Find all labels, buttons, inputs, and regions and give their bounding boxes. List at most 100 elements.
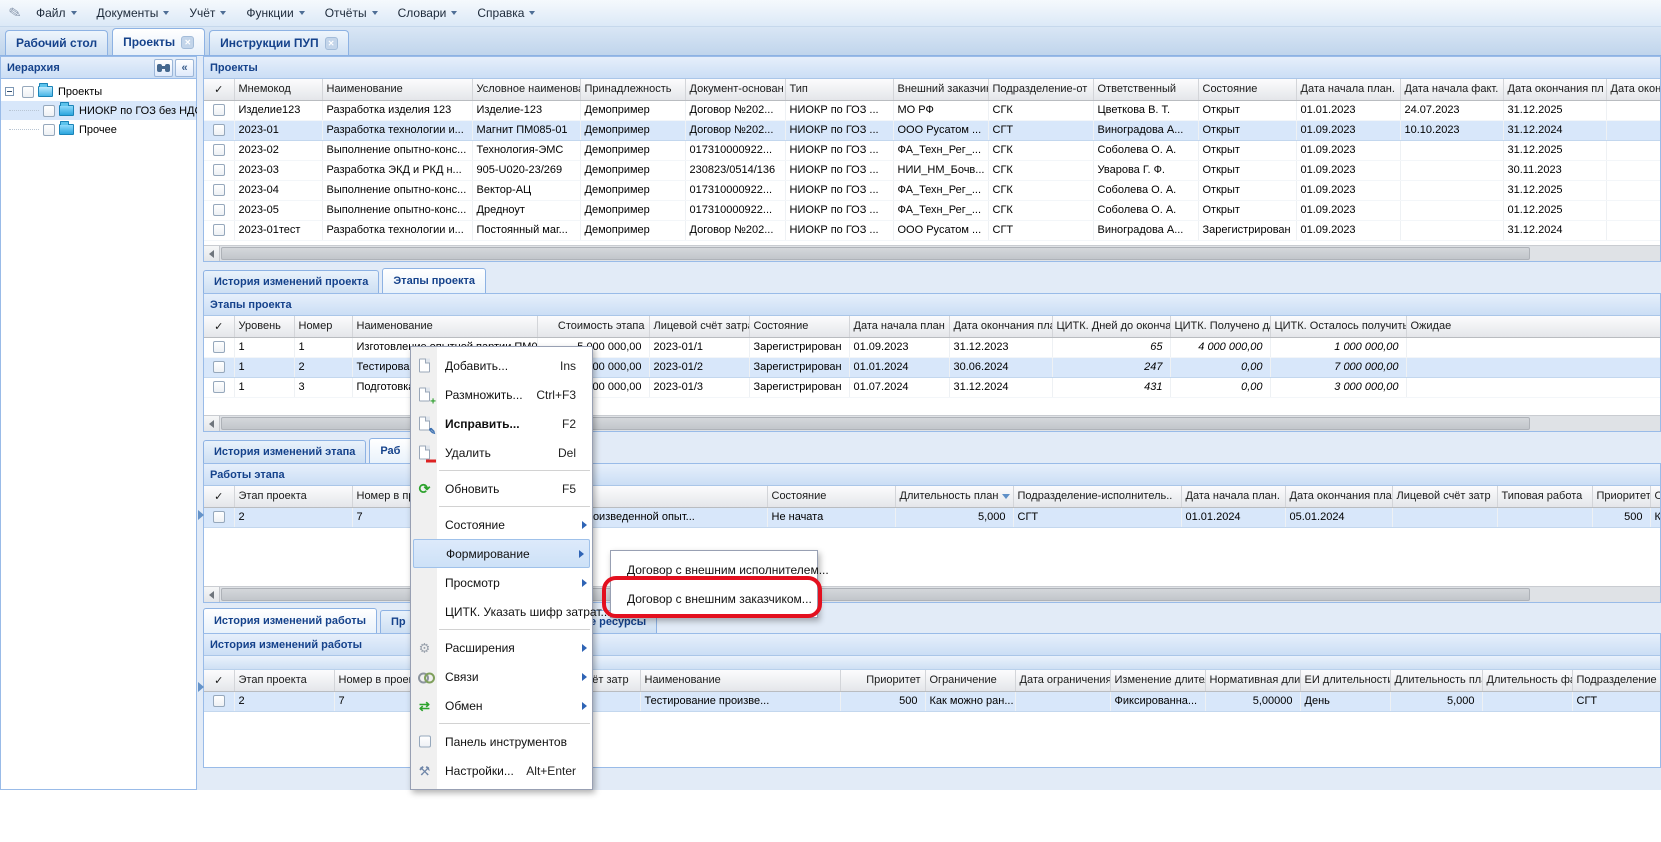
column-header[interactable]: Стоимость этапа bbox=[537, 316, 649, 337]
menubar-item[interactable]: Справка bbox=[467, 2, 545, 24]
column-header[interactable]: Дата ограничения bbox=[1015, 670, 1110, 691]
column-header[interactable]: Ожидае bbox=[1406, 316, 1660, 337]
table-row[interactable]: 2023-02Выполнение опытно-конс...Технолог… bbox=[204, 140, 1660, 160]
column-header[interactable]: Изменение длител bbox=[1110, 670, 1205, 691]
column-header[interactable]: Дата начала план. bbox=[1296, 79, 1400, 100]
context-menu-item[interactable]: ЦИТК. Указать шифр затрат... bbox=[411, 597, 592, 626]
column-header[interactable]: ✓ bbox=[204, 316, 234, 337]
column-header[interactable]: Подразделение bbox=[1572, 670, 1660, 691]
column-header[interactable]: Документ-основан bbox=[685, 79, 785, 100]
column-header[interactable]: ✓ bbox=[204, 79, 234, 100]
column-header[interactable]: ✓ bbox=[204, 486, 234, 507]
column-header[interactable]: Лицевой счёт затр bbox=[1392, 486, 1497, 507]
row-checkbox[interactable] bbox=[213, 381, 225, 393]
column-header[interactable]: Уровень bbox=[234, 316, 294, 337]
context-menu-item[interactable]: ⟳ОбновитьF5 bbox=[411, 474, 592, 503]
tree-item[interactable]: НИОКР по ГОЗ без НДС bbox=[1, 101, 196, 120]
row-checkbox[interactable] bbox=[213, 124, 225, 136]
column-header[interactable]: Дата окончания пл bbox=[1503, 79, 1606, 100]
scrollbar-thumb[interactable] bbox=[221, 247, 1530, 260]
column-header[interactable]: Внешний заказчик bbox=[893, 79, 988, 100]
splitter-expand-icon[interactable] bbox=[198, 510, 204, 520]
tab[interactable]: История изменений проекта bbox=[203, 270, 379, 293]
column-header[interactable]: Дата начала план bbox=[849, 316, 949, 337]
context-menu-item[interactable]: Просмотр bbox=[411, 568, 592, 597]
scroll-left-button[interactable] bbox=[204, 246, 220, 261]
tab[interactable]: Инструкции ПУП✕ bbox=[209, 30, 348, 55]
tree-checkbox[interactable] bbox=[43, 105, 55, 117]
menubar-item[interactable]: Функции bbox=[236, 2, 314, 24]
table-row[interactable]: Изделие123Разработка изделия 123Изделие-… bbox=[204, 100, 1660, 120]
scroll-left-button[interactable] bbox=[204, 416, 220, 431]
tab[interactable]: История изменений работы bbox=[203, 608, 377, 633]
context-menu-item[interactable]: Состояние bbox=[411, 510, 592, 539]
column-header[interactable]: ✓ bbox=[204, 670, 234, 691]
column-header[interactable]: Состояние bbox=[1198, 79, 1296, 100]
column-header[interactable]: Состояние bbox=[767, 486, 895, 507]
column-header[interactable]: Тип bbox=[785, 79, 893, 100]
context-menu-item[interactable]: +Размножить...Ctrl+F3 bbox=[411, 380, 592, 409]
scroll-left-button[interactable] bbox=[204, 587, 220, 602]
column-header[interactable]: Дата окончания план bbox=[1285, 486, 1392, 507]
column-header[interactable]: Мнемокод bbox=[234, 79, 322, 100]
context-menu-item[interactable]: ✎Исправить...F2 bbox=[411, 409, 592, 438]
row-checkbox[interactable] bbox=[213, 341, 225, 353]
column-header[interactable]: Подразделение-от bbox=[988, 79, 1093, 100]
table-row[interactable]: 2023-04Выполнение опытно-конс...Вектор-А… bbox=[204, 180, 1660, 200]
column-header[interactable]: Состояние bbox=[749, 316, 849, 337]
search-button[interactable] bbox=[154, 59, 173, 77]
context-menu-item[interactable]: ⚙Расширения bbox=[411, 633, 592, 662]
column-header[interactable]: Дата окончани bbox=[1606, 79, 1660, 100]
context-menu-item[interactable]: Добавить...Ins bbox=[411, 351, 592, 380]
menubar-item[interactable]: Словари bbox=[388, 2, 468, 24]
table-row[interactable]: 2023-03Разработка ЭКД и РКД н...905-U020… bbox=[204, 160, 1660, 180]
projects-hscrollbar[interactable] bbox=[204, 245, 1660, 261]
column-header[interactable]: Условное наименова bbox=[472, 79, 580, 100]
submenu-item[interactable]: Договор с внешним заказчиком... bbox=[611, 584, 817, 613]
column-header[interactable]: Типовая работа bbox=[1497, 486, 1592, 507]
column-header[interactable]: Длительность план bbox=[895, 486, 1013, 507]
menubar-item[interactable]: Файл bbox=[26, 2, 87, 24]
row-checkbox[interactable] bbox=[213, 695, 225, 707]
column-header[interactable]: Дата начала план. bbox=[1181, 486, 1285, 507]
column-header[interactable]: ЦИТК. Получено д/с bbox=[1170, 316, 1270, 337]
column-header[interactable]: Приоритет bbox=[1592, 486, 1650, 507]
column-header[interactable]: Длительность пла bbox=[1390, 670, 1482, 691]
column-header[interactable]: Этап проекта bbox=[234, 670, 334, 691]
column-header[interactable]: Ответственный bbox=[1093, 79, 1198, 100]
context-menu-item[interactable]: ▬УдалитьDel bbox=[411, 438, 592, 467]
menubar-item[interactable]: Документы bbox=[87, 2, 180, 24]
table-row[interactable]: 2023-01Разработка технологии и...Магнит … bbox=[204, 120, 1660, 140]
row-checkbox[interactable] bbox=[213, 184, 225, 196]
tree-expander-icon[interactable] bbox=[5, 87, 14, 96]
column-header[interactable]: Наименование bbox=[640, 670, 840, 691]
row-checkbox[interactable] bbox=[213, 511, 225, 523]
tree-item[interactable]: Прочее bbox=[1, 120, 196, 139]
tab[interactable]: Рабочий стол bbox=[5, 30, 108, 55]
column-header[interactable]: ЦИТК. Дней до окончания bbox=[1052, 316, 1170, 337]
collapse-sidebar-button[interactable]: « bbox=[175, 59, 194, 77]
context-menu-item[interactable]: ⚒Настройки...Alt+Enter bbox=[411, 756, 592, 785]
tab-close-icon[interactable]: ✕ bbox=[181, 36, 194, 49]
column-header[interactable]: Дата окончания план bbox=[949, 316, 1052, 337]
column-header[interactable]: Нормативная длит bbox=[1205, 670, 1300, 691]
column-header[interactable]: Подразделение-исполнитель.. bbox=[1013, 486, 1181, 507]
column-header[interactable]: Наименование bbox=[322, 79, 472, 100]
column-header[interactable]: ЦИТК. Осталось получить д/с bbox=[1270, 316, 1406, 337]
row-checkbox[interactable] bbox=[213, 144, 225, 156]
context-menu-item[interactable]: ⇄Обмен bbox=[411, 691, 592, 720]
tree-checkbox[interactable] bbox=[43, 124, 55, 136]
menubar-item[interactable]: Отчёты bbox=[315, 2, 388, 24]
tab[interactable]: Этапы проекта bbox=[382, 268, 486, 293]
column-header[interactable]: Лицевой счёт затрат. bbox=[649, 316, 749, 337]
table-row[interactable]: 2023-01тестРазработка технологии и...Пос… bbox=[204, 220, 1660, 240]
column-header[interactable]: Ограничение bbox=[925, 670, 1015, 691]
context-menu-item[interactable]: Формирование bbox=[413, 539, 590, 568]
column-header[interactable]: ЕИ длительности bbox=[1300, 670, 1390, 691]
column-header[interactable]: Этап проекта bbox=[234, 486, 352, 507]
row-checkbox[interactable] bbox=[213, 361, 225, 373]
context-menu-item[interactable]: Панель инструментов bbox=[411, 727, 592, 756]
tree-item[interactable]: Проекты bbox=[1, 82, 196, 101]
column-header[interactable]: Приоритет bbox=[840, 670, 925, 691]
column-header[interactable]: Ограничение bbox=[1650, 486, 1660, 507]
